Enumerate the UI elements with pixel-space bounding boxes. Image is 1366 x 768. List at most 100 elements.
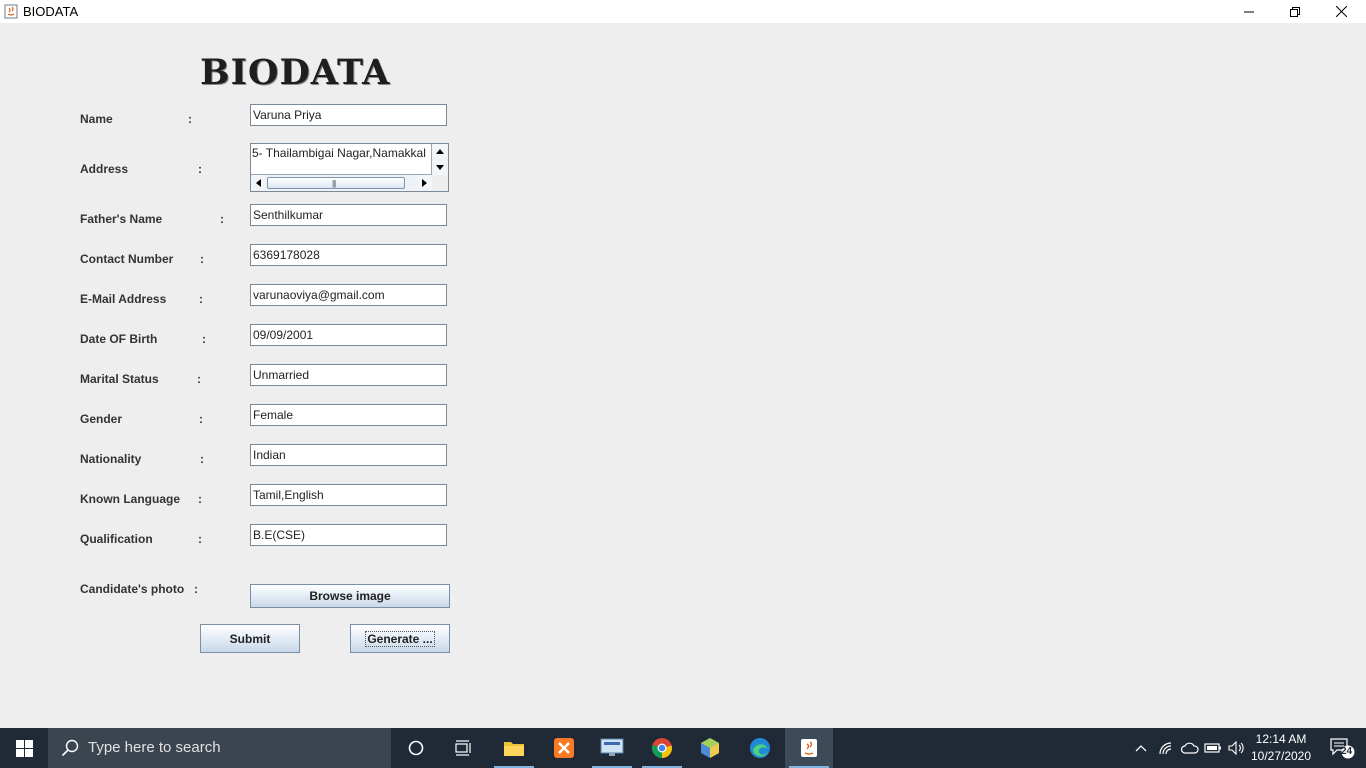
vertical-scrollbar[interactable] bbox=[431, 144, 448, 176]
virtualbox-button[interactable] bbox=[686, 728, 734, 768]
restore-button[interactable] bbox=[1272, 0, 1318, 23]
colon: : bbox=[198, 162, 202, 176]
close-button[interactable] bbox=[1318, 0, 1364, 23]
network-app-button[interactable] bbox=[588, 728, 636, 768]
qualification-label: Qualification bbox=[80, 532, 153, 546]
xampp-button[interactable] bbox=[540, 728, 588, 768]
network-tray-button[interactable] bbox=[1155, 728, 1177, 768]
start-button[interactable] bbox=[0, 728, 48, 768]
scroll-up-button[interactable] bbox=[433, 144, 447, 159]
cloud-icon bbox=[1181, 742, 1199, 754]
fathers-name-field[interactable]: Senthilkumar bbox=[250, 204, 447, 226]
show-hidden-icons-button[interactable] bbox=[1130, 728, 1152, 768]
page-heading: BIODATA bbox=[200, 52, 391, 93]
taskbar-search-box[interactable]: Type here to search bbox=[48, 728, 391, 768]
scroll-thumb[interactable]: ||| bbox=[267, 177, 405, 189]
marital-status-field[interactable]: Unmarried bbox=[250, 364, 447, 386]
scroll-corner bbox=[432, 175, 448, 191]
marital-status-label: Marital Status bbox=[80, 372, 159, 386]
task-view-button[interactable] bbox=[440, 728, 488, 768]
search-icon bbox=[61, 739, 79, 757]
monitor-icon bbox=[600, 738, 624, 756]
windows-logo-icon bbox=[15, 739, 33, 757]
restore-icon bbox=[1290, 6, 1300, 17]
notification-count: 24 bbox=[1341, 746, 1353, 757]
email-label: E-Mail Address bbox=[80, 292, 167, 306]
volume-tray-button[interactable] bbox=[1226, 728, 1248, 768]
search-placeholder: Type here to search bbox=[88, 739, 221, 756]
file-explorer-button[interactable] bbox=[490, 728, 538, 768]
task-view-icon bbox=[455, 740, 471, 756]
clock-date: 10/27/2020 bbox=[1250, 749, 1312, 763]
address-text[interactable]: 5- Thailambigai Nagar,Namakkal bbox=[252, 146, 431, 174]
contact-number-field[interactable]: 6369178028 bbox=[250, 244, 447, 266]
address-textarea[interactable]: 5- Thailambigai Nagar,Namakkal ||| bbox=[250, 143, 449, 192]
name-field[interactable]: Varuna Priya bbox=[250, 104, 447, 126]
taskbar-clock[interactable]: 12:14 AM 10/27/2020 bbox=[1248, 731, 1314, 765]
contact-number-label: Contact Number bbox=[80, 252, 174, 266]
colon: : bbox=[198, 532, 202, 546]
java-app-icon bbox=[4, 4, 18, 19]
colon: : bbox=[199, 292, 203, 306]
clock-time: 12:14 AM bbox=[1255, 732, 1307, 746]
scroll-down-button[interactable] bbox=[433, 160, 447, 175]
scroll-right-button[interactable] bbox=[417, 175, 431, 190]
close-icon bbox=[1335, 6, 1347, 17]
gender-field[interactable]: Female bbox=[250, 404, 447, 426]
scroll-left-button[interactable] bbox=[251, 175, 265, 190]
minimize-button[interactable] bbox=[1226, 0, 1272, 23]
window-title: BIODATA bbox=[23, 4, 79, 19]
chrome-icon bbox=[652, 738, 673, 758]
nationality-field[interactable]: Indian bbox=[250, 444, 447, 466]
java-app-taskbar-button[interactable] bbox=[785, 728, 833, 768]
cube-icon bbox=[701, 738, 719, 758]
date-of-birth-label: Date OF Birth bbox=[80, 332, 158, 346]
horizontal-scrollbar[interactable]: ||| bbox=[251, 174, 432, 191]
colon: : bbox=[200, 252, 204, 266]
generate-button[interactable]: Generate ... bbox=[350, 624, 450, 653]
colon: : bbox=[198, 492, 202, 506]
edge-icon bbox=[750, 738, 770, 758]
colon: : bbox=[220, 212, 224, 226]
battery-icon bbox=[1204, 743, 1221, 753]
browse-image-button[interactable]: Browse image bbox=[250, 584, 450, 608]
known-language-field[interactable]: Tamil,English bbox=[250, 484, 447, 506]
action-center-button[interactable]: 24 bbox=[1318, 728, 1366, 768]
colon: : bbox=[200, 452, 204, 466]
title-bar: BIODATA bbox=[0, 0, 1366, 23]
battery-tray-button[interactable] bbox=[1202, 728, 1224, 768]
cortana-icon bbox=[408, 740, 424, 756]
known-language-label: Known Language bbox=[80, 492, 180, 506]
colon: : bbox=[199, 412, 203, 426]
java-icon bbox=[801, 739, 817, 757]
chevron-up-icon bbox=[1135, 745, 1147, 752]
colon: : bbox=[194, 582, 198, 596]
arrow-down-icon bbox=[436, 165, 444, 170]
candidate-photo-label: Candidate's photo bbox=[80, 582, 185, 596]
arrow-right-icon bbox=[421, 178, 427, 187]
email-field[interactable]: varunaoviya@gmail.com bbox=[250, 284, 447, 306]
onedrive-tray-button[interactable] bbox=[1179, 728, 1201, 768]
nationality-label: Nationality bbox=[80, 452, 142, 466]
fathers-name-label: Father's Name bbox=[80, 212, 163, 226]
edge-button[interactable] bbox=[736, 728, 784, 768]
arrow-left-icon bbox=[255, 178, 261, 187]
speaker-icon bbox=[1228, 741, 1244, 755]
date-of-birth-field[interactable]: 09/09/2001 bbox=[250, 324, 447, 346]
arrow-up-icon bbox=[436, 149, 444, 154]
xampp-icon bbox=[554, 738, 574, 758]
folder-icon bbox=[504, 742, 524, 756]
grip-icon: ||| bbox=[332, 179, 336, 188]
qualification-field[interactable]: B.E(CSE) bbox=[250, 524, 447, 546]
minimize-icon bbox=[1244, 11, 1254, 12]
wifi-icon bbox=[1159, 742, 1172, 755]
colon: : bbox=[197, 372, 201, 386]
name-label: Name bbox=[80, 112, 113, 126]
cortana-button[interactable] bbox=[392, 728, 440, 768]
submit-button[interactable]: Submit bbox=[200, 624, 300, 653]
taskbar: Type here to search 12:14 AM 10/27/2020 … bbox=[0, 728, 1366, 768]
chrome-button[interactable] bbox=[638, 728, 686, 768]
gender-label: Gender bbox=[80, 412, 123, 426]
generate-button-label: Generate ... bbox=[365, 630, 435, 647]
colon: : bbox=[188, 112, 192, 126]
